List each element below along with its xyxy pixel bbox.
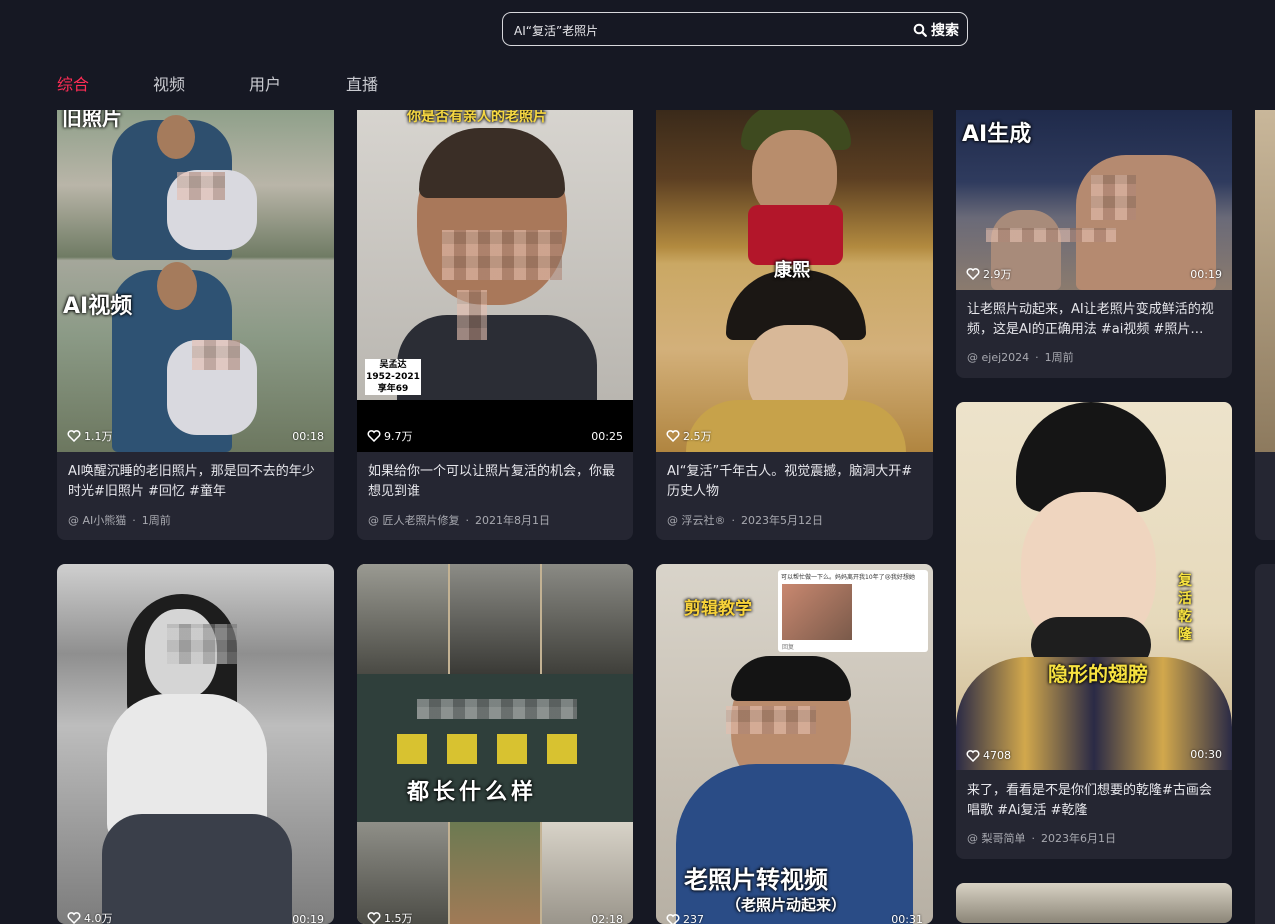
author-name[interactable]: @ 匠人老照片修复 [368, 514, 460, 527]
video-meta: @ 梨哥简单·2023年6月1日 [967, 830, 1116, 846]
overlay-text: 你是否有亲人的老照片 [407, 110, 547, 126]
video-thumbnail[interactable]: 你是否有亲人的老照片 吴孟达 1952-2021 享年69 9.7万 00:25 [357, 110, 633, 452]
video-thumbnail[interactable] [956, 883, 1232, 923]
search-box[interactable]: AI“复活”老照片 搜索 [502, 12, 968, 46]
overlay-text: 旧照片 [62, 110, 122, 131]
video-title[interactable]: 来了，看看是不是你们想要的乾隆#古画会唱歌 #Ai复活 #乾隆 [967, 781, 1222, 821]
search-button[interactable]: 搜索 [913, 20, 959, 40]
tab-users[interactable]: 用户 [249, 71, 281, 95]
like-count: 2.5万 [666, 428, 712, 444]
video-card[interactable]: 你是否有亲人的老照片 吴孟达 1952-2021 享年69 9.7万 00:25… [357, 110, 633, 540]
overlay-text: AI生成 [962, 116, 1031, 148]
video-thumbnail[interactable]: 康熙 2.5万 [656, 110, 933, 452]
heart-icon [966, 268, 980, 280]
video-title[interactable]: AI“复活”千年古人。视觉震撼，脑洞大开#历史人物 [667, 462, 923, 502]
publish-time: 2023年5月12日 [741, 514, 823, 527]
like-count: 1.1万 [67, 428, 113, 444]
overlay-text: 隐形的翅膀 [1048, 658, 1148, 687]
video-thumbnail[interactable]: 复活乾隆 隐形的翅膀 4708 00:30 [956, 402, 1232, 770]
video-thumbnail[interactable] [1255, 110, 1275, 452]
author-name[interactable]: @ 梨哥简单 [967, 832, 1026, 845]
overlay-text: 都长什么样 [407, 774, 537, 806]
heart-icon [367, 430, 381, 442]
video-thumbnail[interactable]: 可以帮忙做一下么。妈妈离开我10年了😢我好想她 回复 剪辑教学 老照片转视频 （… [656, 564, 933, 924]
video-card[interactable] [956, 883, 1232, 923]
video-thumbnail[interactable]: AI生成 2.9万 00:19 [956, 110, 1232, 290]
video-card[interactable]: 4.0万 00:19 [57, 564, 334, 924]
overlay-text: 老照片转视频 [684, 860, 828, 895]
video-meta: @ 匠人老照片修复·2021年8月1日 [368, 512, 550, 528]
search-input[interactable]: AI“复活”老照片 [514, 22, 598, 39]
video-card[interactable] [1255, 564, 1275, 924]
overlay-text: 复活乾隆 [1178, 572, 1194, 644]
heart-icon [367, 912, 381, 924]
video-title[interactable]: 让老照片动起来，AI让老照片变成鲜活的视频，这是AI的正确用法 #ai视频 #照… [967, 300, 1222, 340]
publish-time: 2023年6月1日 [1041, 832, 1116, 845]
heart-icon [666, 430, 680, 442]
overlay-text: （老照片动起来） [726, 894, 846, 915]
heart-icon [666, 914, 680, 924]
heart-icon [966, 750, 980, 762]
video-duration: 00:18 [292, 430, 324, 443]
video-thumbnail[interactable]: 旧照片 AI视频 1.1万 00:18 [57, 110, 334, 452]
tab-live[interactable]: 直播 [346, 71, 378, 95]
author-name[interactable]: @ AI小熊猫 [68, 514, 126, 527]
video-card[interactable]: 复活乾隆 隐形的翅膀 4708 00:30 来了，看看是不是你们想要的乾隆#古画… [956, 402, 1232, 859]
video-card[interactable]: 康熙 2.5万 AI“复活”千年古人。视觉震撼，脑洞大开#历史人物 @ 浮云社®… [656, 110, 933, 540]
comment-screenshot: 可以帮忙做一下么。妈妈离开我10年了😢我好想她 回复 [778, 570, 928, 652]
video-title[interactable]: AI唤醒沉睡的老旧照片，那是回不去的年少时光#旧照片 #回忆 #童年 [68, 462, 324, 502]
publish-time: 1周前 [1045, 351, 1074, 364]
heart-icon [67, 912, 81, 924]
video-card[interactable] [1255, 110, 1275, 540]
author-name[interactable]: @ 浮云社® [667, 514, 726, 527]
video-duration: 00:25 [591, 430, 623, 443]
name-plate: 吴孟达 1952-2021 享年69 [365, 359, 421, 395]
video-thumbnail[interactable]: 4.0万 00:19 [57, 564, 334, 924]
like-count: 1.5万 [367, 910, 413, 924]
video-thumbnail[interactable]: 都长什么样 1.5万 02:18 [357, 564, 633, 924]
like-count: 2.9万 [966, 266, 1012, 282]
video-card[interactable]: AI生成 2.9万 00:19 让老照片动起来，AI让老照片变成鲜活的视频，这是… [956, 110, 1232, 378]
video-meta: @ ejej2024·1周前 [967, 349, 1074, 365]
overlay-text: 剪辑教学 [684, 594, 752, 619]
video-title[interactable]: 如果给你一个可以让照片复活的机会，你最想见到谁 [368, 462, 623, 502]
tab-videos[interactable]: 视频 [153, 71, 185, 95]
video-meta: @ 浮云社®·2023年5月12日 [667, 512, 823, 528]
video-card[interactable]: 可以帮忙做一下么。妈妈离开我10年了😢我好想她 回复 剪辑教学 老照片转视频 （… [656, 564, 933, 924]
video-card[interactable]: 都长什么样 1.5万 02:18 [357, 564, 633, 924]
overlay-text: AI视频 [63, 288, 132, 320]
author-name[interactable]: @ ejej2024 [967, 351, 1029, 364]
overlay-text: 康熙 [774, 256, 810, 282]
video-duration: 00:19 [1190, 268, 1222, 281]
heart-icon [67, 430, 81, 442]
like-count: 4.0万 [67, 910, 113, 924]
video-meta: @ AI小熊猫·1周前 [68, 512, 171, 528]
like-count: 9.7万 [367, 428, 413, 444]
search-button-label: 搜索 [931, 20, 959, 40]
video-duration: 00:30 [1190, 748, 1222, 761]
search-icon [913, 23, 927, 37]
like-count: 4708 [966, 749, 1011, 762]
video-card[interactable]: 旧照片 AI视频 1.1万 00:18 AI唤醒沉睡的老旧照片，那是回不去的年少… [57, 110, 334, 540]
publish-time: 1周前 [142, 514, 171, 527]
publish-time: 2021年8月1日 [475, 514, 550, 527]
tab-comprehensive[interactable]: 综合 [57, 71, 89, 95]
